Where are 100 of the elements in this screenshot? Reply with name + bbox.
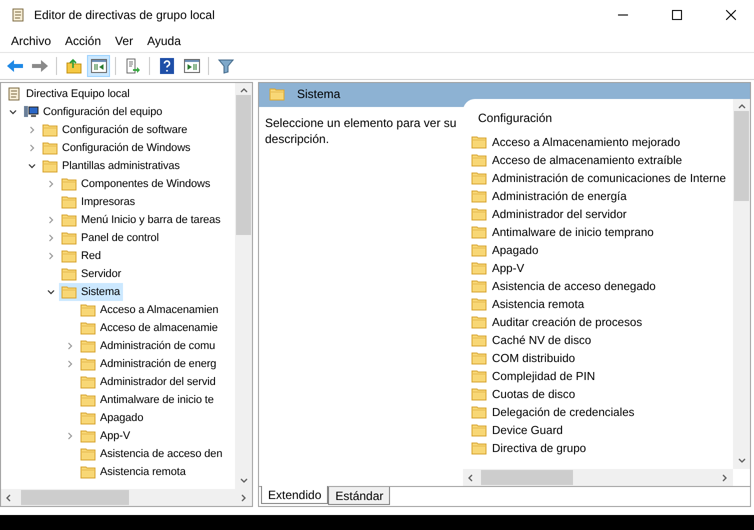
- list-item[interactable]: Administración de energía: [492, 190, 627, 202]
- list-item[interactable]: Acceso a Almacenamiento mejorado: [492, 136, 680, 148]
- chevron-right-icon[interactable]: [66, 432, 74, 440]
- tree-item[interactable]: Sistema: [59, 283, 124, 301]
- chevron-right-icon[interactable]: [47, 252, 55, 260]
- menu-item[interactable]: Archivo: [4, 32, 58, 50]
- list-item[interactable]: App-V: [492, 262, 524, 274]
- view-tab[interactable]: Estándar: [328, 487, 390, 505]
- scroll-icon: [6, 86, 22, 102]
- tree-item[interactable]: Menú Inicio y barra de tareas: [59, 211, 224, 229]
- folder-icon: [61, 267, 77, 281]
- folder-icon: [80, 411, 96, 425]
- scrollbar-thumb[interactable]: [481, 470, 573, 485]
- tree-item[interactable]: Acceso a Almacenamien: [78, 301, 222, 319]
- tree-item[interactable]: Asistencia de acceso den: [78, 445, 226, 463]
- list-item[interactable]: Asistencia de acceso denegado: [492, 280, 656, 292]
- tree-item[interactable]: Configuración del equipo: [21, 103, 166, 121]
- folder-icon: [80, 339, 96, 353]
- folder-icon: [80, 447, 96, 461]
- tree-item[interactable]: Asistencia remota: [78, 463, 189, 481]
- scroll-right-icon[interactable]: [721, 474, 729, 482]
- window-title: Editor de directivas de grupo local: [34, 8, 216, 22]
- vertical-scrollbar[interactable]: [733, 99, 750, 469]
- chevron-down-icon[interactable]: [9, 108, 17, 116]
- list-item[interactable]: Cuotas de disco: [492, 388, 576, 400]
- computer-icon: [23, 105, 39, 119]
- list-item[interactable]: Auditar creación de procesos: [492, 316, 642, 328]
- list-item[interactable]: Administrador del servidor: [492, 208, 627, 220]
- folder-icon: [471, 405, 487, 419]
- vertical-scrollbar[interactable]: [235, 83, 252, 489]
- list-item[interactable]: Apagado: [492, 244, 538, 256]
- scroll-right-icon[interactable]: [240, 494, 248, 502]
- scroll-left-icon[interactable]: [467, 474, 475, 482]
- scroll-left-icon[interactable]: [5, 494, 13, 502]
- list-item[interactable]: Antimalware de inicio temprano: [492, 226, 654, 238]
- chevron-right-icon[interactable]: [47, 234, 55, 242]
- tree-item[interactable]: Administración de comu: [78, 337, 218, 355]
- maximize-icon: [672, 10, 682, 20]
- list-item[interactable]: Acceso de almacenamiento extraíble: [492, 154, 682, 166]
- list-item[interactable]: COM distribuido: [492, 352, 576, 364]
- scrollbar-thumb[interactable]: [21, 490, 129, 505]
- horizontal-scrollbar[interactable]: [1, 489, 252, 506]
- tree-item[interactable]: Impresoras: [59, 193, 138, 211]
- tree-item[interactable]: Configuración de Windows: [40, 139, 194, 157]
- tree-item[interactable]: Plantillas administrativas: [40, 157, 183, 175]
- scroll-down-icon[interactable]: [738, 457, 746, 465]
- list-item[interactable]: Delegación de credenciales: [492, 406, 634, 418]
- tree-item[interactable]: Administración de energ: [78, 355, 220, 373]
- tree-item[interactable]: Acceso de almacenamie: [78, 319, 221, 337]
- folder-icon: [471, 387, 487, 401]
- folder-icon: [471, 351, 487, 365]
- folder-icon: [80, 429, 96, 443]
- tree-item[interactable]: Administrador del servid: [78, 373, 219, 391]
- chevron-right-icon[interactable]: [28, 126, 36, 134]
- list-item[interactable]: Administración de comunicaciones de Interne: [492, 172, 726, 184]
- chevron-right-icon[interactable]: [47, 216, 55, 224]
- folder-icon: [61, 213, 77, 227]
- folder-icon: [471, 333, 487, 347]
- tree-item[interactable]: Panel de control: [59, 229, 162, 247]
- folder-icon: [471, 207, 487, 221]
- folder-icon: [471, 171, 487, 185]
- scroll-up-icon[interactable]: [240, 87, 248, 95]
- chevron-down-icon[interactable]: [47, 288, 55, 296]
- chevron-right-icon[interactable]: [28, 144, 36, 152]
- scrollbar-thumb[interactable]: [734, 111, 749, 201]
- tree-item[interactable]: Componentes de Windows: [59, 175, 214, 193]
- horizontal-scrollbar[interactable]: [463, 469, 733, 486]
- filter-icon: [218, 58, 234, 74]
- menu-item[interactable]: Ver: [108, 32, 140, 50]
- folder-icon: [80, 375, 96, 389]
- folder-icon: [80, 303, 96, 317]
- list-item[interactable]: Directiva de grupo: [492, 442, 586, 454]
- folder-icon: [471, 261, 487, 275]
- tree-item[interactable]: Configuración de software: [40, 121, 190, 139]
- chevron-right-icon[interactable]: [47, 180, 55, 188]
- tree-item[interactable]: Apagado: [78, 409, 146, 427]
- column-header[interactable]: Configuración: [478, 111, 552, 125]
- menu-item[interactable]: Ayuda: [140, 32, 188, 50]
- tree-item[interactable]: App-V: [78, 427, 134, 445]
- tree-item[interactable]: Red: [59, 247, 104, 265]
- scrollbar-thumb[interactable]: [236, 95, 251, 235]
- list-item[interactable]: Caché NV de disco: [492, 334, 592, 346]
- tree-item[interactable]: Directiva Equipo local: [4, 85, 133, 103]
- chevron-right-icon[interactable]: [66, 342, 74, 350]
- scroll-up-icon[interactable]: [738, 103, 746, 111]
- tree-item[interactable]: Antimalware de inicio te: [78, 391, 217, 409]
- toolbar-button[interactable]: [87, 55, 110, 77]
- view-tab[interactable]: Extendido: [261, 486, 328, 504]
- tree-item[interactable]: Servidor: [59, 265, 124, 283]
- description-text: Seleccione un elemento para ver su descripción.: [265, 116, 456, 146]
- chevron-down-icon[interactable]: [28, 162, 36, 170]
- list-item[interactable]: Complejidad de PIN: [492, 370, 596, 382]
- folder-icon: [42, 159, 58, 173]
- list-item[interactable]: Device Guard: [492, 424, 563, 436]
- folder-icon: [80, 321, 96, 335]
- scroll-down-icon[interactable]: [240, 477, 248, 485]
- menu-item[interactable]: Acción: [58, 32, 108, 50]
- list-item[interactable]: Asistencia remota: [492, 298, 584, 310]
- chevron-right-icon[interactable]: [66, 360, 74, 368]
- forward-arrow-icon: [30, 59, 48, 73]
